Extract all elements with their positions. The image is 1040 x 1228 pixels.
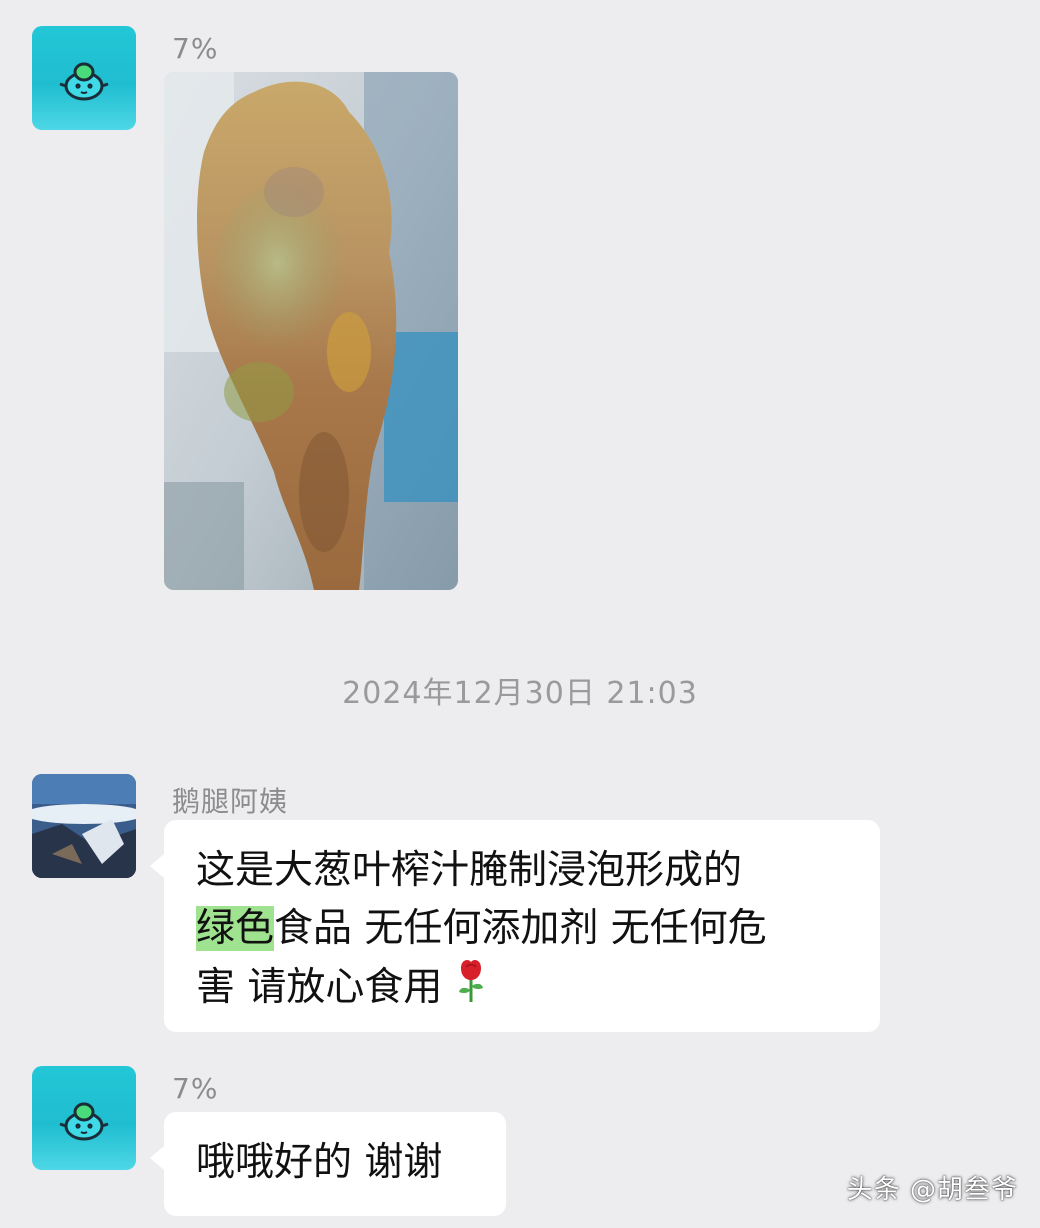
message-line: 这是大葱叶榨汁腌制浸泡形成的: [196, 848, 743, 893]
rose-emoji-icon: [456, 958, 486, 1021]
contact-avatar[interactable]: [32, 774, 136, 878]
cartoon-mascot-icon: [59, 1102, 109, 1141]
message-bubble[interactable]: 这是大葱叶榨汁腌制浸泡形成的 绿色食品 无任何添加剂 无任何危 害 请放心食用: [150, 820, 880, 1032]
message-bubble[interactable]: 哦哦好的 谢谢: [150, 1112, 506, 1216]
watermark-text: 头条 @胡叁爷: [846, 1175, 1018, 1205]
message-text: 食品 无任何添加剂 无任何危: [274, 906, 767, 951]
sender-name: 7%: [172, 1072, 219, 1105]
message-text: 哦哦好的 谢谢: [196, 1140, 443, 1185]
landscape-avatar-image: [32, 774, 136, 878]
message-text: 害 请放心食用: [196, 965, 443, 1010]
sender-name: 鹅腿阿姨: [172, 785, 289, 818]
user-avatar[interactable]: [32, 26, 136, 130]
chat-view: 7% 2024年12月30日 21:03 鹅腿阿姨 这是大葱叶榨汁腌制浸泡形成的…: [0, 0, 1040, 1228]
cartoon-mascot-icon: [59, 62, 109, 101]
message-line: 害 请放心食用: [196, 958, 850, 1021]
sender-name: 7%: [172, 32, 219, 65]
user-avatar[interactable]: [32, 1066, 136, 1170]
message-line: 绿色食品 无任何添加剂 无任何危: [196, 900, 850, 958]
highlighted-text: 绿色: [196, 906, 275, 951]
moldy-chicken-photo: [164, 72, 458, 590]
chat-image[interactable]: [164, 72, 458, 590]
chat-timestamp: 2024年12月30日 21:03: [342, 676, 698, 711]
